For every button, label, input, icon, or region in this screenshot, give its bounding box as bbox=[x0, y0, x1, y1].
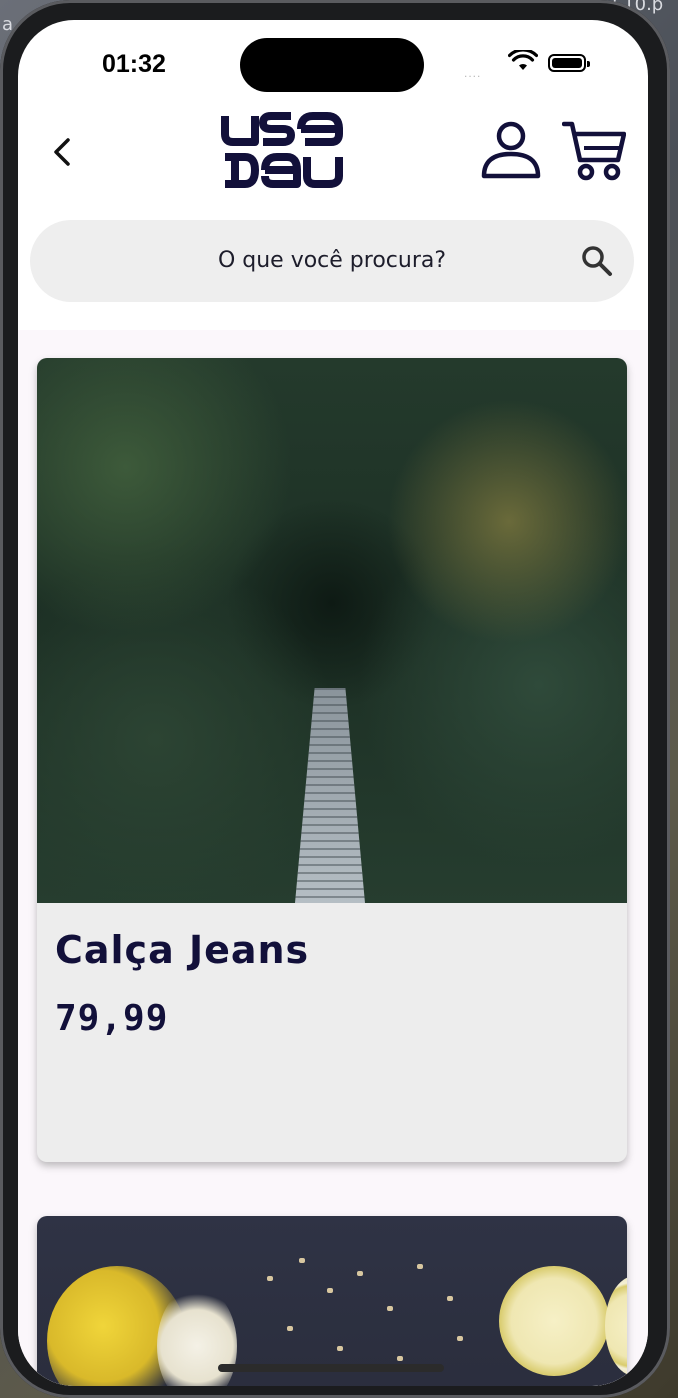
back-button[interactable] bbox=[44, 132, 84, 172]
product-image-forest bbox=[37, 358, 627, 903]
status-time: 01:32 bbox=[102, 50, 166, 78]
crumb bbox=[267, 1276, 273, 1281]
product-image-lemon bbox=[37, 1216, 627, 1386]
search-icon[interactable] bbox=[580, 244, 614, 278]
phone-frame: 01:32 .... O que você procura? Calça Jea… bbox=[0, 0, 670, 1398]
bridge-planks bbox=[295, 688, 365, 903]
lemon-slice bbox=[499, 1266, 609, 1376]
signal-indicator: .... bbox=[464, 66, 482, 80]
crumb bbox=[457, 1336, 463, 1341]
chevron-left-icon bbox=[54, 138, 70, 166]
product-title: Calça Jeans bbox=[55, 928, 310, 972]
dynamic-island bbox=[240, 38, 424, 92]
app-screen: 01:32 .... O que você procura? Calça Jea… bbox=[18, 20, 648, 1386]
brand-logo[interactable] bbox=[221, 112, 351, 190]
product-list: Calça Jeans 79,99 bbox=[18, 330, 648, 1386]
crumb bbox=[327, 1288, 333, 1293]
crumb bbox=[397, 1356, 403, 1361]
search-bar[interactable]: O que você procura? bbox=[30, 220, 634, 302]
product-price: 79,99 bbox=[55, 998, 169, 1039]
cart-button[interactable] bbox=[561, 118, 627, 182]
crumb bbox=[417, 1264, 423, 1269]
status-bar: 01:32 .... bbox=[18, 20, 648, 110]
crumb bbox=[337, 1346, 343, 1351]
product-card[interactable] bbox=[37, 1216, 627, 1386]
search-input[interactable]: O que você procura? bbox=[30, 248, 634, 273]
crumb bbox=[287, 1326, 293, 1331]
app-header bbox=[18, 110, 648, 220]
crumb bbox=[299, 1258, 305, 1263]
user-button[interactable] bbox=[480, 118, 542, 182]
cart-icon bbox=[561, 121, 627, 181]
product-card[interactable]: Calça Jeans 79,99 bbox=[37, 358, 627, 1162]
lemon-slice bbox=[605, 1276, 627, 1376]
battery-icon bbox=[548, 54, 590, 72]
crumb bbox=[357, 1271, 363, 1276]
crumb bbox=[447, 1296, 453, 1301]
home-indicator[interactable] bbox=[218, 1364, 444, 1372]
user-icon bbox=[481, 121, 541, 179]
crumb bbox=[387, 1306, 393, 1311]
wifi-icon bbox=[507, 48, 539, 77]
use-dev-logo bbox=[221, 112, 343, 188]
